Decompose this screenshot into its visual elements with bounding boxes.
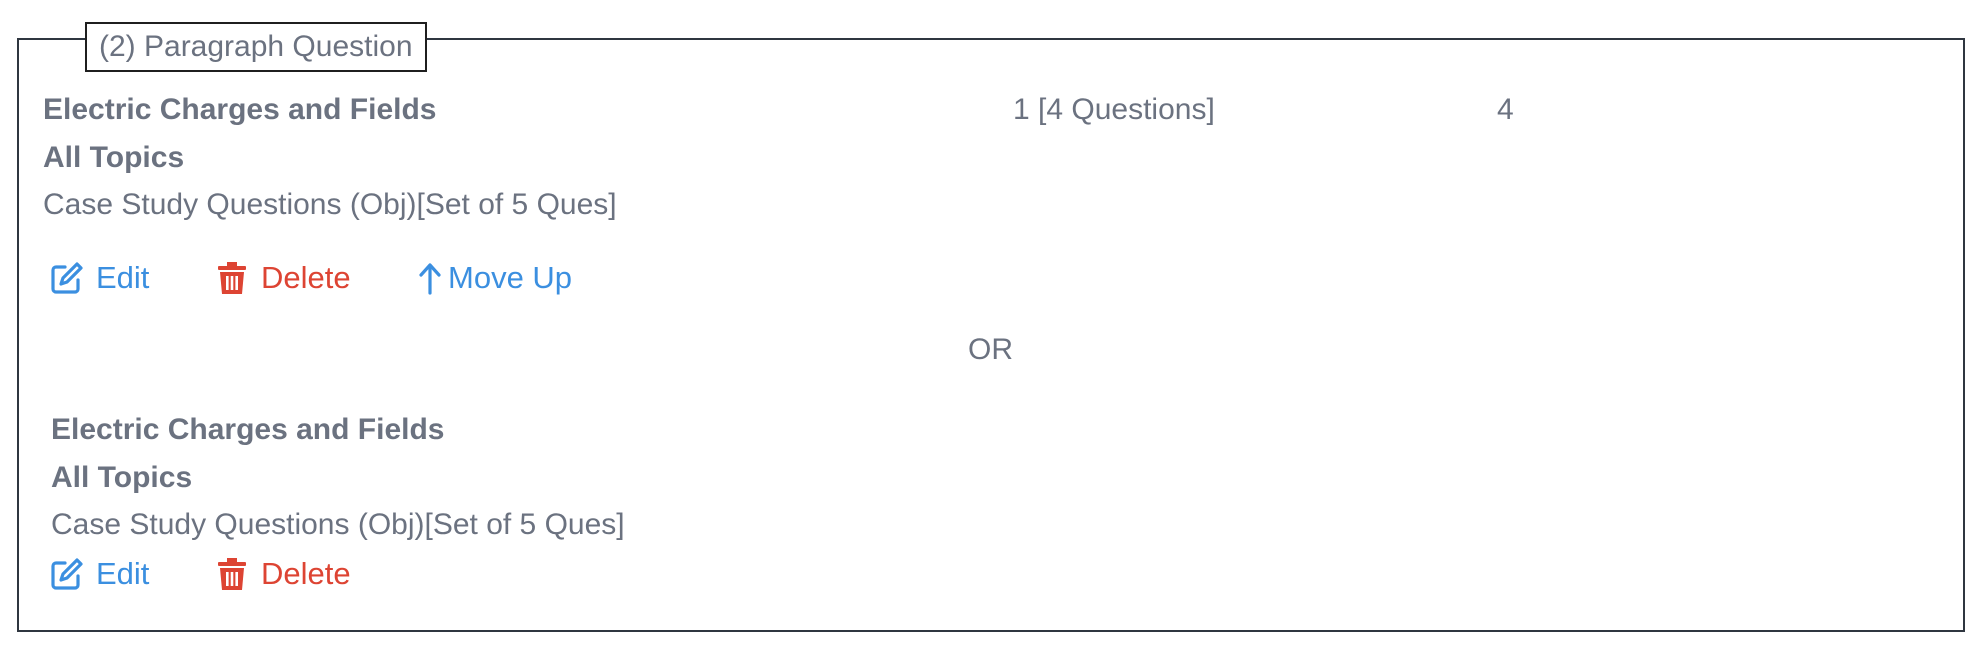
edit-label: Edit [96, 556, 150, 591]
first-delete-button[interactable]: Delete [215, 258, 351, 298]
delete-label: Delete [261, 556, 351, 591]
second-topic: All Topics [51, 461, 193, 494]
edit-label: Edit [96, 260, 150, 295]
first-question-type: Case Study Questions (Obj)[Set of 5 Ques… [43, 188, 617, 221]
second-question-type: Case Study Questions (Obj)[Set of 5 Ques… [51, 508, 625, 541]
first-edit-button[interactable]: Edit [50, 258, 149, 298]
move-up-label: Move Up [448, 260, 573, 295]
delete-label: Delete [261, 260, 351, 295]
move-up-button[interactable]: Move Up [418, 258, 572, 298]
trash-icon [215, 557, 249, 591]
arrow-up-icon [418, 261, 442, 295]
first-topic: All Topics [43, 141, 185, 174]
second-edit-button[interactable]: Edit [50, 554, 149, 594]
edit-icon [50, 557, 84, 591]
second-delete-button[interactable]: Delete [215, 554, 351, 594]
first-chapter-title: Electric Charges and Fields [43, 93, 437, 126]
or-separator: OR [968, 333, 1013, 366]
trash-icon [215, 261, 249, 295]
first-marks: 4 [1497, 93, 1514, 126]
first-question-count: 1 [4 Questions] [1013, 93, 1215, 126]
second-chapter-title: Electric Charges and Fields [51, 413, 445, 446]
section-legend: (2) Paragraph Question [85, 22, 427, 72]
edit-icon [50, 261, 84, 295]
